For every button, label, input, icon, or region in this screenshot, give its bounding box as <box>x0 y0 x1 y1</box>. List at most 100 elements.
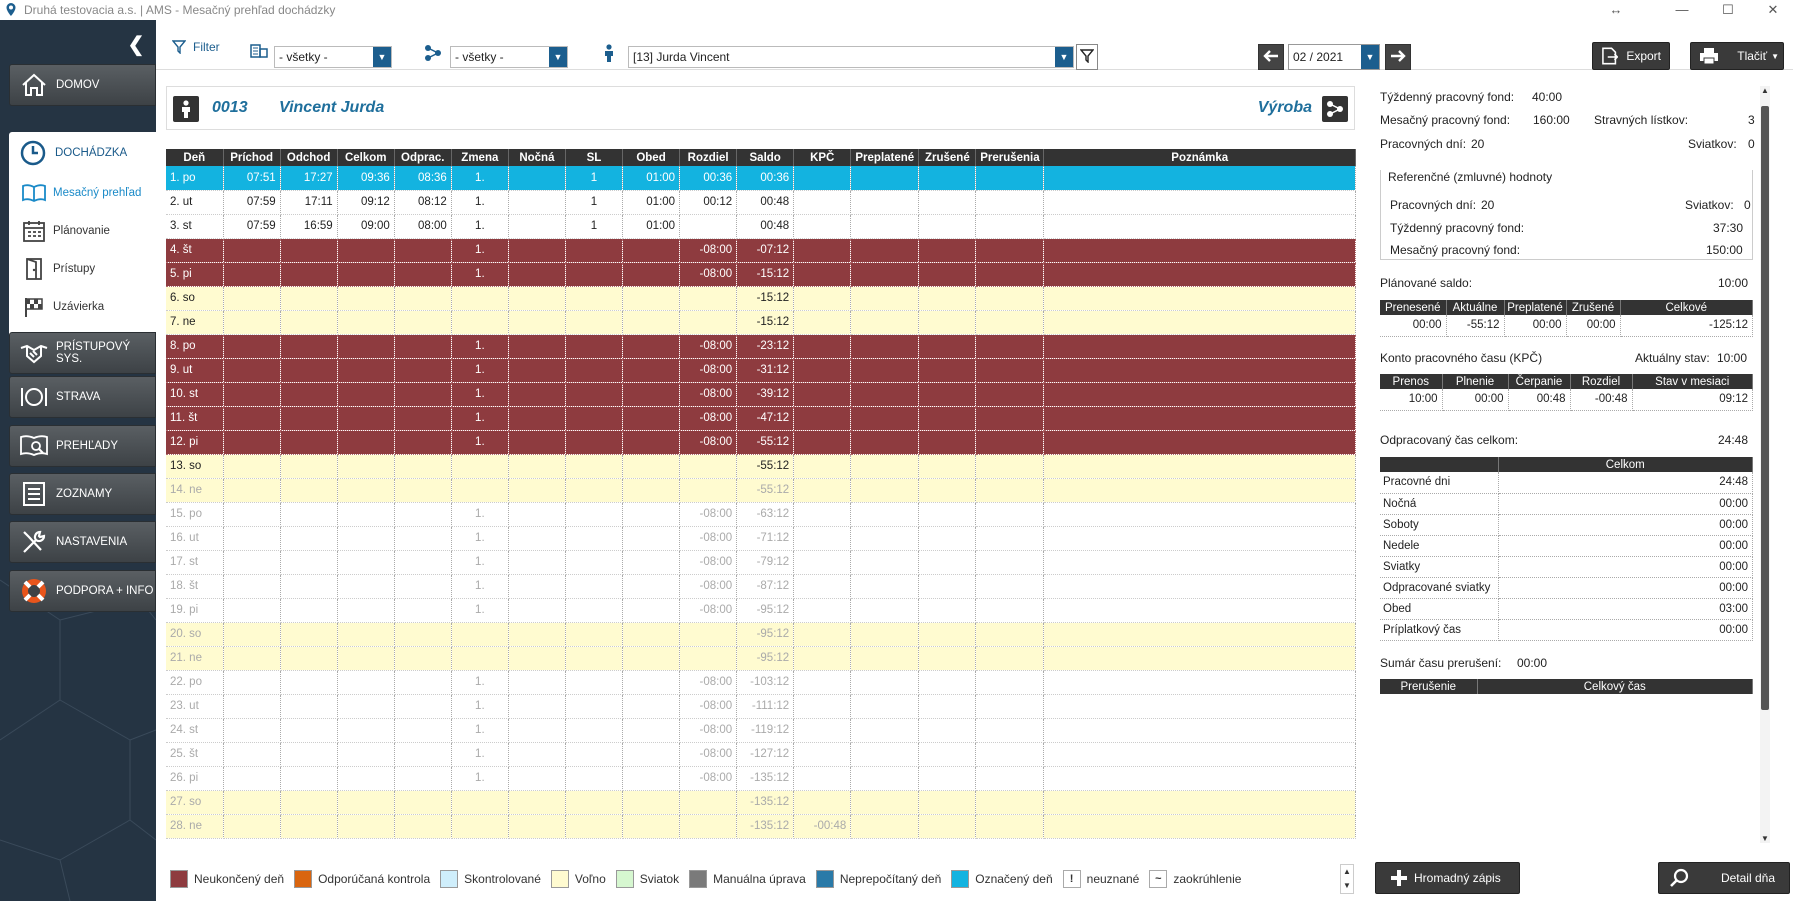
scroll-thumb[interactable] <box>1761 106 1769 710</box>
table-row[interactable]: 19. pi 1. -08:00 -95:12 <box>166 598 1356 623</box>
table-row[interactable]: 17. st 1. -08:00 -79:12 <box>166 550 1356 575</box>
resize-icon[interactable]: ↔ <box>1596 0 1636 20</box>
summary-scrollbar[interactable]: ▲ ▼ <box>1760 86 1770 843</box>
employee-filter-button[interactable] <box>1076 44 1098 70</box>
table-row[interactable]: 21. ne -95:12 <box>166 646 1356 671</box>
column-header[interactable]: Obed <box>622 149 681 166</box>
day-detail-button[interactable]: Detail dňa <box>1658 862 1790 894</box>
table-cell <box>793 598 852 623</box>
nav-domov[interactable]: DOMOV <box>9 64 156 106</box>
column-header[interactable]: Saldo <box>736 149 795 166</box>
door-icon <box>21 257 47 281</box>
filter-button[interactable]: Filter <box>172 40 220 54</box>
nav-podpora[interactable]: PODPORA + INFO <box>9 570 156 612</box>
arrow-right-icon <box>1391 50 1406 62</box>
maximize-button[interactable]: ☐ <box>1708 0 1748 20</box>
table-row[interactable]: 22. po 1. -08:00 -103:12 <box>166 670 1356 695</box>
nav-dochadzka[interactable]: DOCHÁDZKA <box>9 132 156 174</box>
table-row[interactable]: 11. št 1. -08:00 -47:12 <box>166 406 1356 431</box>
export-button[interactable]: Export <box>1592 42 1670 70</box>
column-header[interactable]: Rozdiel <box>679 149 738 166</box>
table-row[interactable]: 5. pi 1. -08:00 -15:12 <box>166 262 1356 287</box>
employee-select[interactable]: [13] Jurda Vincent ▼ <box>628 46 1074 68</box>
column-header[interactable]: Odprac. <box>394 149 452 166</box>
table-row[interactable]: 1. po 07:51 17:27 09:36 08:36 1. 1 01:00 00:36 00… <box>166 166 1356 191</box>
legend-label: neuznané <box>1086 872 1140 886</box>
table-cell: -55:12 <box>736 478 795 503</box>
nav-zoznamy[interactable]: ZOZNAMY <box>9 473 156 515</box>
table-row[interactable]: 6. so -15:12 <box>166 286 1356 311</box>
table-cell: 09:00 <box>337 214 395 239</box>
scroll-down-icon[interactable]: ▼ <box>1343 881 1351 890</box>
table-row[interactable]: 16. ut 1. -08:00 -71:12 <box>166 526 1356 551</box>
table-cell <box>793 406 852 431</box>
collapse-sidebar-button[interactable]: ❮ <box>126 34 146 56</box>
table-cell <box>565 646 624 671</box>
scroll-down-icon[interactable]: ▼ <box>1761 834 1769 843</box>
table-cell: 18. št <box>166 574 224 599</box>
table-cell <box>280 262 338 287</box>
print-button[interactable]: Tlačiť ▼ <box>1690 42 1784 70</box>
table-row[interactable]: 26. pi 1. -08:00 -135:12 <box>166 766 1356 791</box>
column-header[interactable]: SL <box>565 149 624 166</box>
table-row[interactable]: 9. ut 1. -08:00 -31:12 <box>166 358 1356 383</box>
table-row[interactable]: 13. so -55:12 <box>166 454 1356 479</box>
column-header[interactable]: KPČ <box>793 149 852 166</box>
table-row[interactable]: 20. so -95:12 <box>166 622 1356 647</box>
table-row[interactable]: 10. st 1. -08:00 -39:12 <box>166 382 1356 407</box>
column-header[interactable]: Odchod <box>280 149 338 166</box>
table-row[interactable]: 2. ut 07:59 17:11 09:12 08:12 1. 1 01:00 00:12 00… <box>166 190 1356 215</box>
group-select[interactable]: - všetky - ▼ <box>450 46 568 68</box>
column-header[interactable]: Deň <box>166 149 224 166</box>
nav-strava[interactable]: STRAVA <box>9 376 156 418</box>
table-cell <box>565 718 624 743</box>
bulk-entry-button[interactable]: Hromadný zápis <box>1375 862 1520 894</box>
nav-pristupovy-sys[interactable]: PRÍSTUPOVÝ SYS. <box>9 332 156 374</box>
close-button[interactable]: ✕ <box>1753 0 1793 20</box>
table-cell <box>1043 382 1356 407</box>
table-row[interactable]: 15. po 1. -08:00 -63:12 <box>166 502 1356 527</box>
next-month-button[interactable] <box>1385 44 1411 70</box>
column-header[interactable]: Zmena <box>451 149 509 166</box>
nav-prehlady[interactable]: PREHĽADY <box>9 425 156 467</box>
table-cell <box>918 646 977 671</box>
table-row[interactable]: 14. ne -55:12 <box>166 478 1356 503</box>
column-header[interactable]: Preplatené <box>850 149 920 166</box>
nav-sub-mesacny-prehlad[interactable]: Mesačný prehľad <box>9 174 156 212</box>
worked-col-header: Celkom <box>1498 457 1753 472</box>
column-header[interactable]: Prerušenia <box>975 149 1045 166</box>
table-row[interactable]: 3. st 07:59 16:59 09:00 08:00 1. 1 01:00 00:48 <box>166 214 1356 239</box>
nav-nastavenia[interactable]: NASTAVENIA <box>9 521 156 563</box>
table-cell: 2. ut <box>166 190 224 215</box>
column-header[interactable]: Nočná <box>508 149 566 166</box>
minimize-button[interactable]: — <box>1662 0 1702 20</box>
period-select[interactable]: 02 / 2021 ▼ <box>1288 44 1380 70</box>
scroll-up-icon[interactable]: ▲ <box>1761 86 1769 95</box>
column-header[interactable]: Zrušené <box>918 149 977 166</box>
structure-button[interactable] <box>1322 96 1348 122</box>
prev-month-button[interactable] <box>1258 44 1284 70</box>
table-row[interactable]: 28. ne -135:12 -00:48 <box>166 814 1356 839</box>
column-header[interactable]: Celkom <box>337 149 395 166</box>
table-row[interactable]: 24. st 1. -08:00 -119:12 <box>166 718 1356 743</box>
table-row[interactable]: 23. ut 1. -08:00 -111:12 <box>166 694 1356 719</box>
weekly-fund-label: Týždenný pracovný fond: <box>1380 90 1515 104</box>
table-row[interactable]: 18. št 1. -08:00 -87:12 <box>166 574 1356 599</box>
table-cell <box>850 262 920 287</box>
nav-sub-uzavierka[interactable]: Uzávierka <box>9 288 156 326</box>
table-row[interactable]: 4. št 1. -08:00 -07:12 <box>166 238 1356 263</box>
table-row[interactable]: 8. po 1. -08:00 -23:12 <box>166 334 1356 359</box>
scroll-up-icon[interactable]: ▲ <box>1343 867 1351 876</box>
column-header[interactable]: Poznámka <box>1043 149 1356 166</box>
table-cell <box>394 598 452 623</box>
meal-label: Stravných lístkov: <box>1594 113 1689 127</box>
department-select[interactable]: - všetky - ▼ <box>274 46 392 68</box>
table-row[interactable]: 12. pi 1. -08:00 -55:12 <box>166 430 1356 455</box>
table-row[interactable]: 25. št 1. -08:00 -127:12 <box>166 742 1356 767</box>
nav-sub-pristupy[interactable]: Prístupy <box>9 250 156 288</box>
column-header[interactable]: Príchod <box>223 149 281 166</box>
legend-scroll[interactable]: ▲ ▼ <box>1340 864 1354 894</box>
table-row[interactable]: 7. ne -15:12 <box>166 310 1356 335</box>
table-row[interactable]: 27. so -135:12 <box>166 790 1356 815</box>
nav-sub-planovanie[interactable]: Plánovanie <box>9 212 156 250</box>
